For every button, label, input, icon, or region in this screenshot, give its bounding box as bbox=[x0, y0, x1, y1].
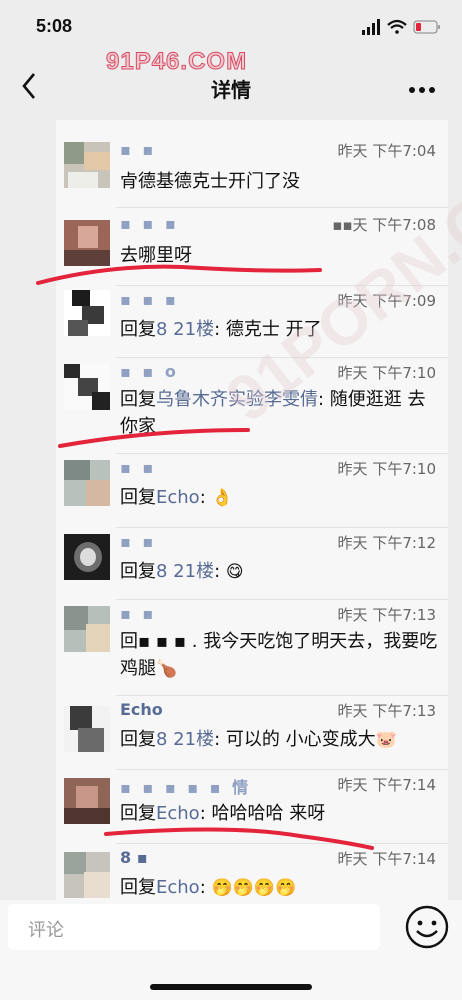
comment-author[interactable]: ▪ ▪ o bbox=[120, 362, 179, 381]
comment-placeholder: 评论 bbox=[28, 920, 64, 941]
comment-item[interactable]: ▪ ▪ ▪ ▪▪天 下午7:08 去哪里呀 bbox=[56, 208, 448, 286]
reply-target-link[interactable]: 8 21楼 bbox=[156, 561, 214, 582]
avatar bbox=[64, 706, 110, 752]
comment-text: 回复Echo: 👌 bbox=[120, 484, 440, 512]
comment-item[interactable]: ▪ ▪ 昨天 下午7:04 肻德基德克士开门了没 bbox=[56, 134, 448, 208]
poultry-leg-emoji: 🍗 bbox=[156, 659, 178, 679]
hand-over-mouth-emoji: 🤭🤭🤭🤭 bbox=[211, 878, 297, 898]
more-dots-icon[interactable] bbox=[408, 86, 436, 94]
comment-text: 去哪里呀 bbox=[120, 245, 192, 266]
comment-time: 昨天 下午7:10 bbox=[337, 364, 436, 382]
comment-text: 回复乌鲁木齐实验李雯倩: 随便逛逛 去你家 bbox=[120, 389, 426, 437]
avatar bbox=[64, 142, 110, 188]
yum-face-emoji: 😋 bbox=[225, 562, 244, 582]
status-icons bbox=[362, 19, 440, 35]
comment-author[interactable]: ▪ ▪ ▪ bbox=[120, 214, 179, 233]
comment-item[interactable]: ▪ ▪ ▪ ▪ ▪ 情 昨天 下午7:14 回复Echo: 哈哈哈哈 来呀 bbox=[56, 770, 448, 844]
comment-text: 回复8 21楼: 😋 bbox=[120, 558, 440, 586]
smiley-face-icon[interactable] bbox=[404, 904, 450, 950]
avatar bbox=[64, 778, 110, 824]
comment-author[interactable]: ▪ ▪ bbox=[120, 604, 156, 623]
reply-target-link[interactable]: Echo bbox=[156, 803, 200, 824]
comment-item[interactable]: 8 ▪ 昨天 下午7:14 回复Echo: 🤭🤭🤭🤭 bbox=[56, 844, 448, 900]
comment-text: 回复8 21楼: 德克士 开了 bbox=[120, 319, 322, 340]
reply-target-link[interactable]: 乌鲁木齐实验李雯倩 bbox=[156, 389, 318, 410]
avatar bbox=[64, 290, 110, 336]
signal-icon bbox=[362, 19, 380, 35]
comment-time: 昨天 下午7:12 bbox=[337, 534, 436, 552]
comment-item[interactable]: ▪ ▪ 昨天 下午7:13 回▪ ▪ ▪ . 我今天吃饱了明天去，我要吃鸡腿🍗 bbox=[56, 600, 448, 696]
comment-author[interactable]: ▪ ▪ bbox=[120, 458, 156, 477]
comment-time: 昨天 下午7:14 bbox=[337, 850, 436, 868]
ok-hand-emoji: 👌 bbox=[211, 488, 233, 508]
avatar bbox=[64, 460, 110, 506]
avatar bbox=[64, 534, 110, 580]
comment-item[interactable]: ▪ ▪ 昨天 下午7:12 回复8 21楼: 😋 bbox=[56, 528, 448, 600]
comment-time: 昨天 下午7:09 bbox=[337, 292, 436, 310]
comment-text: 肻德基德克士开门了没 bbox=[120, 171, 300, 192]
comment-text: 回复Echo: 🤭🤭🤭🤭 bbox=[120, 874, 440, 900]
comment-item[interactable]: ▪ ▪ 昨天 下午7:10 回复Echo: 👌 bbox=[56, 454, 448, 528]
page-title: 详情 bbox=[211, 78, 251, 102]
comment-text: 回复8 21楼: 可以的 小心变成大🐷 bbox=[120, 726, 440, 754]
comment-author[interactable]: ▪ ▪ bbox=[120, 140, 156, 159]
comment-time: 昨天 下午7:14 bbox=[337, 776, 436, 794]
comment-author[interactable]: Echo bbox=[120, 700, 163, 719]
comment-item[interactable]: Echo 昨天 下午7:13 回复8 21楼: 可以的 小心变成大🐷 bbox=[56, 696, 448, 770]
comment-author[interactable]: 8 ▪ bbox=[120, 848, 148, 867]
avatar bbox=[64, 220, 110, 266]
reply-target-link[interactable]: Echo bbox=[156, 877, 200, 898]
comment-author[interactable]: ▪ ▪ ▪ ▪ ▪ 情 bbox=[120, 774, 251, 798]
reply-target-link[interactable]: 8 21楼 bbox=[156, 319, 214, 340]
comment-item[interactable]: ▪ ▪ ▪ 昨天 下午7:09 回复8 21楼: 德克士 开了 bbox=[56, 286, 448, 358]
avatar bbox=[64, 606, 110, 652]
pig-face-emoji: 🐷 bbox=[375, 730, 397, 750]
comment-time: 昨天 下午7:13 bbox=[337, 606, 436, 624]
comment-author[interactable]: ▪ ▪ ▪ bbox=[120, 290, 179, 309]
status-time: 5:08 bbox=[36, 16, 73, 36]
wifi-icon bbox=[387, 19, 407, 34]
reply-target-link[interactable]: 8 21楼 bbox=[156, 729, 214, 750]
comment-time: 昨天 下午7:04 bbox=[337, 142, 436, 160]
battery-icon bbox=[413, 20, 440, 34]
comment-time: 昨天 下午7:13 bbox=[337, 702, 436, 720]
reply-target-link[interactable]: Echo bbox=[156, 487, 200, 508]
comment-time: 昨天 下午7:10 bbox=[337, 460, 436, 478]
comment-time: ▪▪天 下午7:08 bbox=[332, 216, 436, 234]
comment-text: 回▪ ▪ ▪ . 我今天吃饱了明天去，我要吃鸡腿🍗 bbox=[120, 628, 440, 683]
comment-item[interactable]: ▪ ▪ o 昨天 下午7:10 回复乌鲁木齐实验李雯倩: 随便逛逛 去你家 bbox=[56, 358, 448, 454]
comment-list: ▪ ▪ 昨天 下午7:04 肻德基德克士开门了没 ▪ ▪ ▪ ▪▪天 下午7:0… bbox=[56, 120, 448, 900]
watermark-logo: 91P46.COM bbox=[105, 48, 248, 76]
avatar bbox=[64, 852, 110, 898]
comment-text: 回复Echo: 哈哈哈哈 来呀 bbox=[120, 803, 326, 824]
status-bar: 5:08 bbox=[0, 0, 462, 52]
avatar bbox=[64, 364, 110, 410]
home-indicator bbox=[150, 984, 312, 990]
comment-author[interactable]: ▪ ▪ bbox=[120, 532, 156, 551]
comment-input[interactable]: 评论 bbox=[8, 904, 380, 950]
